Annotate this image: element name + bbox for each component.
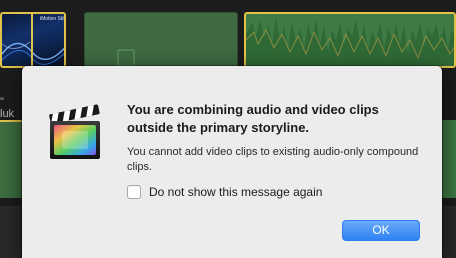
clip-divider — [31, 14, 33, 66]
lower-right-clip[interactable] — [440, 120, 456, 198]
alert-dialog: You are combining audio and video clips … — [22, 66, 442, 258]
suppress-checkbox[interactable] — [127, 185, 141, 199]
audio-waveform — [246, 18, 454, 66]
compound-clip[interactable] — [84, 12, 238, 68]
ok-button[interactable]: OK — [342, 220, 420, 241]
compound-clip-icon — [117, 49, 135, 67]
clip-name: iMotion Stil — [40, 16, 65, 22]
final-cut-pro-icon — [49, 104, 100, 159]
suppress-option[interactable]: Do not show this message again — [127, 185, 322, 199]
suppress-label[interactable]: Do not show this message again — [149, 185, 322, 199]
lower-clip[interactable] — [0, 120, 24, 198]
timeline-side-label: " luk — [0, 96, 15, 120]
timeline-background: iMotion Stil " luk You are combining aud… — [0, 0, 456, 258]
audio-clip[interactable] — [244, 12, 456, 68]
lower-track — [0, 206, 24, 258]
lower-right-track — [440, 206, 456, 258]
video-clip[interactable]: iMotion Stil — [0, 12, 66, 68]
video-clip-thumbnail — [2, 41, 64, 65]
dialog-message: You cannot add video clips to existing a… — [127, 146, 419, 173]
dialog-title: You are combining audio and video clips … — [127, 102, 379, 135]
